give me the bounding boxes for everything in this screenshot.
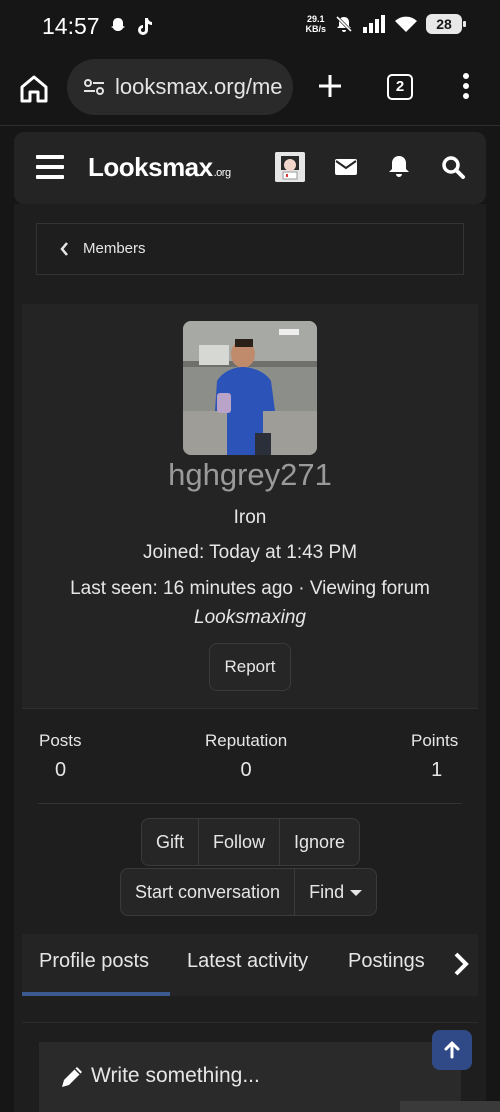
username: hghgrey271 — [168, 457, 332, 492]
net-speed-unit: KB/s — [305, 24, 326, 34]
stat-points-value: 1 — [431, 759, 443, 781]
caret-down-icon — [350, 890, 363, 897]
find-dropdown-button[interactable]: Find — [295, 869, 376, 915]
logo-text: Looksmax — [88, 152, 213, 182]
profile-photo — [183, 321, 317, 455]
member-stats: Posts 0 Reputation 0 Points 1 — [22, 708, 478, 804]
site-header: Looksmax.org — [14, 132, 486, 204]
home-icon[interactable] — [18, 73, 50, 105]
joined-date: Joined: Today at 1:43 PM — [142, 542, 358, 563]
active-tab-indicator — [22, 992, 170, 996]
breadcrumb-label: Members — [83, 240, 146, 257]
viewing-forum-link[interactable]: Looksmaxing — [22, 607, 478, 629]
composer-placeholder: Write something... — [91, 1064, 260, 1087]
more-menu-icon[interactable] — [456, 71, 476, 101]
member-actions-group: Gift Follow Ignore — [141, 818, 361, 866]
search-icon[interactable] — [440, 154, 466, 180]
member-actions-group-2: Start conversation Find — [120, 868, 378, 916]
section-divider — [22, 1022, 478, 1023]
new-tab-icon[interactable] — [316, 72, 344, 100]
scroll-to-top-button[interactable] — [432, 1030, 472, 1070]
follow-button[interactable]: Follow — [199, 819, 281, 865]
pencil-icon — [62, 1067, 82, 1087]
ignore-button[interactable]: Ignore — [280, 819, 359, 865]
battery-icon: 28 — [426, 14, 466, 34]
stat-posts-label: Posts — [39, 731, 82, 750]
stat-reputation-label: Reputation — [205, 731, 288, 750]
report-button[interactable]: Report — [209, 643, 291, 691]
bottom-overlay — [400, 1101, 500, 1112]
snapchat-icon — [111, 18, 125, 31]
stat-points-label: Points — [411, 731, 459, 750]
site-settings-icon[interactable] — [83, 77, 105, 97]
status-indicators: 29.1 KB/s 28 — [305, 14, 466, 34]
profile-card: hghgrey271 Iron Joined: Today at 1:43 PM… — [22, 304, 478, 708]
tiktok-icon — [138, 18, 152, 35]
tab-latest-activity[interactable]: Latest activity — [187, 950, 308, 973]
stats-divider — [38, 803, 462, 804]
net-speed-value: 29.1 — [306, 14, 325, 24]
hamburger-menu-icon[interactable] — [36, 155, 64, 179]
start-conversation-button[interactable]: Start conversation — [121, 869, 296, 915]
signal-icon — [363, 15, 385, 33]
chevron-left-icon — [60, 242, 68, 256]
arrow-up-icon — [444, 1041, 460, 1059]
mute-icon — [335, 15, 353, 33]
avatar-image — [275, 152, 305, 182]
mail-icon[interactable] — [333, 154, 359, 180]
breadcrumb[interactable]: Members — [36, 223, 464, 275]
notification-icons — [108, 16, 154, 36]
profile-tabs: Profile posts Latest activity Postings — [22, 934, 478, 996]
stat-reputation-value: 0 — [240, 759, 252, 781]
stat-posts[interactable]: Posts 0 — [39, 731, 82, 782]
browser-toolbar: looksmax.org/me 2 — [0, 56, 500, 126]
site-logo[interactable]: Looksmax.org — [88, 152, 231, 183]
tab-profile-posts[interactable]: Profile posts — [39, 950, 149, 973]
tab-switcher-button[interactable]: 2 — [387, 74, 413, 100]
stat-reputation[interactable]: Reputation 0 — [205, 731, 287, 782]
chevron-right-icon[interactable] — [452, 951, 470, 977]
tab-postings[interactable]: Postings — [348, 950, 425, 973]
find-label: Find — [309, 882, 345, 902]
stat-posts-value: 0 — [55, 759, 67, 781]
url-text: looksmax.org/me — [115, 74, 283, 99]
member-profile: Members hghgrey271 Iron Joined: Today at… — [14, 204, 486, 1112]
stat-points[interactable]: Points 1 — [411, 731, 458, 782]
status-bar: 14:57 29.1 KB/s 28 — [0, 0, 500, 56]
logo-suffix: .org — [213, 167, 231, 179]
user-avatar[interactable] — [275, 152, 305, 182]
gift-button[interactable]: Gift — [142, 819, 200, 865]
last-seen: Last seen: 16 minutes ago · Viewing foru… — [70, 578, 430, 599]
status-time: 14:57 — [42, 13, 100, 39]
wifi-icon — [395, 16, 417, 32]
user-rank: Iron — [233, 507, 267, 528]
bell-icon[interactable] — [386, 154, 412, 180]
network-speed: 29.1 KB/s — [305, 14, 326, 34]
address-bar[interactable]: looksmax.org/me — [67, 59, 293, 115]
profile-post-composer[interactable]: Write something... — [39, 1042, 461, 1112]
profile-avatar[interactable] — [183, 321, 317, 455]
